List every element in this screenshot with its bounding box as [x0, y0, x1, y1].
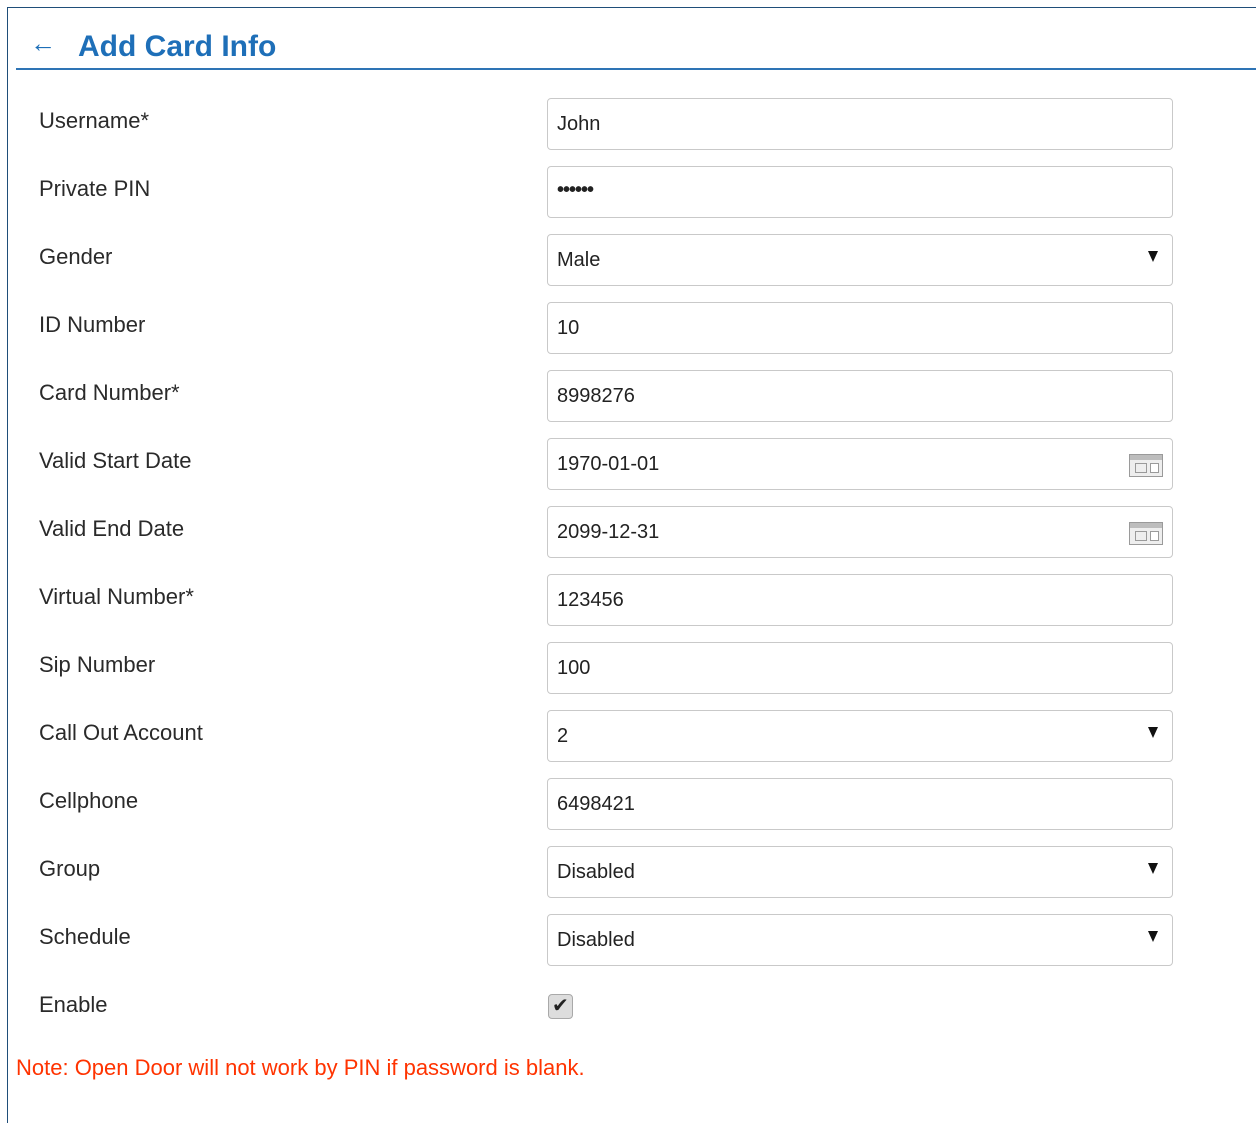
gender-label: Gender [39, 244, 113, 269]
row-schedule: Schedule Disabled [0, 914, 1256, 968]
private-pin-label: Private PIN [39, 176, 151, 201]
cellphone-label: Cellphone [39, 788, 139, 813]
caret-down-icon [1148, 931, 1158, 942]
gender-select[interactable]: Male [547, 234, 1173, 286]
row-call-out-account: Call Out Account 2 [0, 710, 1256, 764]
row-cellphone: Cellphone 6498421 [0, 778, 1256, 832]
enable-checkbox[interactable]: ✔ [548, 994, 573, 1019]
cellphone-value: 6498421 [557, 793, 635, 815]
row-valid-end-date: Valid End Date 2099-12-31 [0, 506, 1256, 560]
card-number-value: 8998276 [557, 385, 635, 407]
row-valid-start-date: Valid Start Date 1970-01-01 [0, 438, 1256, 492]
valid-start-date-value: 1970-01-01 [557, 453, 660, 475]
call-out-account-select[interactable]: 2 [547, 710, 1173, 762]
cellphone-input[interactable]: 6498421 [547, 778, 1173, 830]
virtual-number-label: Virtual Number* [39, 584, 194, 609]
row-sip-number: Sip Number 100 [0, 642, 1256, 696]
caret-down-icon [1148, 727, 1158, 738]
username-value: John [557, 113, 601, 135]
calendar-bar [1130, 455, 1162, 460]
calendar-day [1150, 531, 1159, 541]
row-private-pin: Private PIN •••••• [0, 166, 1256, 220]
virtual-number-value: 123456 [557, 589, 624, 611]
card-number-label: Card Number* [39, 380, 180, 405]
valid-end-date-label: Valid End Date [39, 516, 185, 541]
group-label: Group [39, 856, 101, 881]
back-arrow-icon[interactable]: ← [30, 28, 58, 58]
row-enable: Enable ✔ [0, 992, 1256, 1048]
row-group: Group Disabled [0, 846, 1256, 900]
id-number-label: ID Number [39, 312, 146, 337]
valid-start-date-label: Valid Start Date [39, 448, 192, 473]
schedule-select[interactable]: Disabled [547, 914, 1173, 966]
calendar-grid [1135, 531, 1147, 541]
calendar-day [1150, 463, 1159, 473]
page-header: ← Add Card Info [16, 18, 1256, 70]
id-number-input[interactable]: 10 [547, 302, 1173, 354]
checkmark-icon: ✔ [552, 995, 569, 1017]
group-select[interactable]: Disabled [547, 846, 1173, 898]
call-out-account-label: Call Out Account [39, 720, 203, 745]
page-title: Add Card Info [78, 30, 277, 63]
valid-end-date-value: 2099-12-31 [557, 521, 660, 543]
gender-value: Male [557, 249, 601, 271]
group-value: Disabled [557, 861, 635, 883]
row-card-number: Card Number* 8998276 [0, 370, 1256, 424]
schedule-value: Disabled [557, 929, 635, 951]
virtual-number-input[interactable]: 123456 [547, 574, 1173, 626]
id-number-value: 10 [557, 317, 580, 339]
calendar-icon[interactable] [1129, 454, 1163, 477]
call-out-account-value: 2 [557, 725, 569, 747]
row-id-number: ID Number 10 [0, 302, 1256, 356]
calendar-icon[interactable] [1129, 522, 1163, 545]
caret-down-icon [1148, 863, 1158, 874]
card-number-input[interactable]: 8998276 [547, 370, 1173, 422]
sip-number-input[interactable]: 100 [547, 642, 1173, 694]
valid-end-date-input[interactable]: 2099-12-31 [547, 506, 1173, 558]
username-input[interactable]: John [547, 98, 1173, 150]
row-username: Username* John [0, 98, 1256, 152]
private-pin-value: •••••• [557, 179, 594, 201]
enable-label: Enable [39, 992, 108, 1017]
calendar-grid [1135, 463, 1147, 473]
username-label: Username* [39, 108, 150, 133]
schedule-label: Schedule [39, 924, 131, 949]
sip-number-label: Sip Number [39, 652, 156, 677]
private-pin-input[interactable]: •••••• [547, 166, 1173, 218]
calendar-bar [1130, 523, 1162, 528]
valid-start-date-input[interactable]: 1970-01-01 [547, 438, 1173, 490]
caret-down-icon [1148, 251, 1158, 262]
row-gender: Gender Male [0, 234, 1256, 288]
note-text: Note: Open Door will not work by PIN if … [16, 1055, 585, 1080]
sip-number-value: 100 [557, 657, 591, 679]
row-virtual-number: Virtual Number* 123456 [0, 574, 1256, 628]
